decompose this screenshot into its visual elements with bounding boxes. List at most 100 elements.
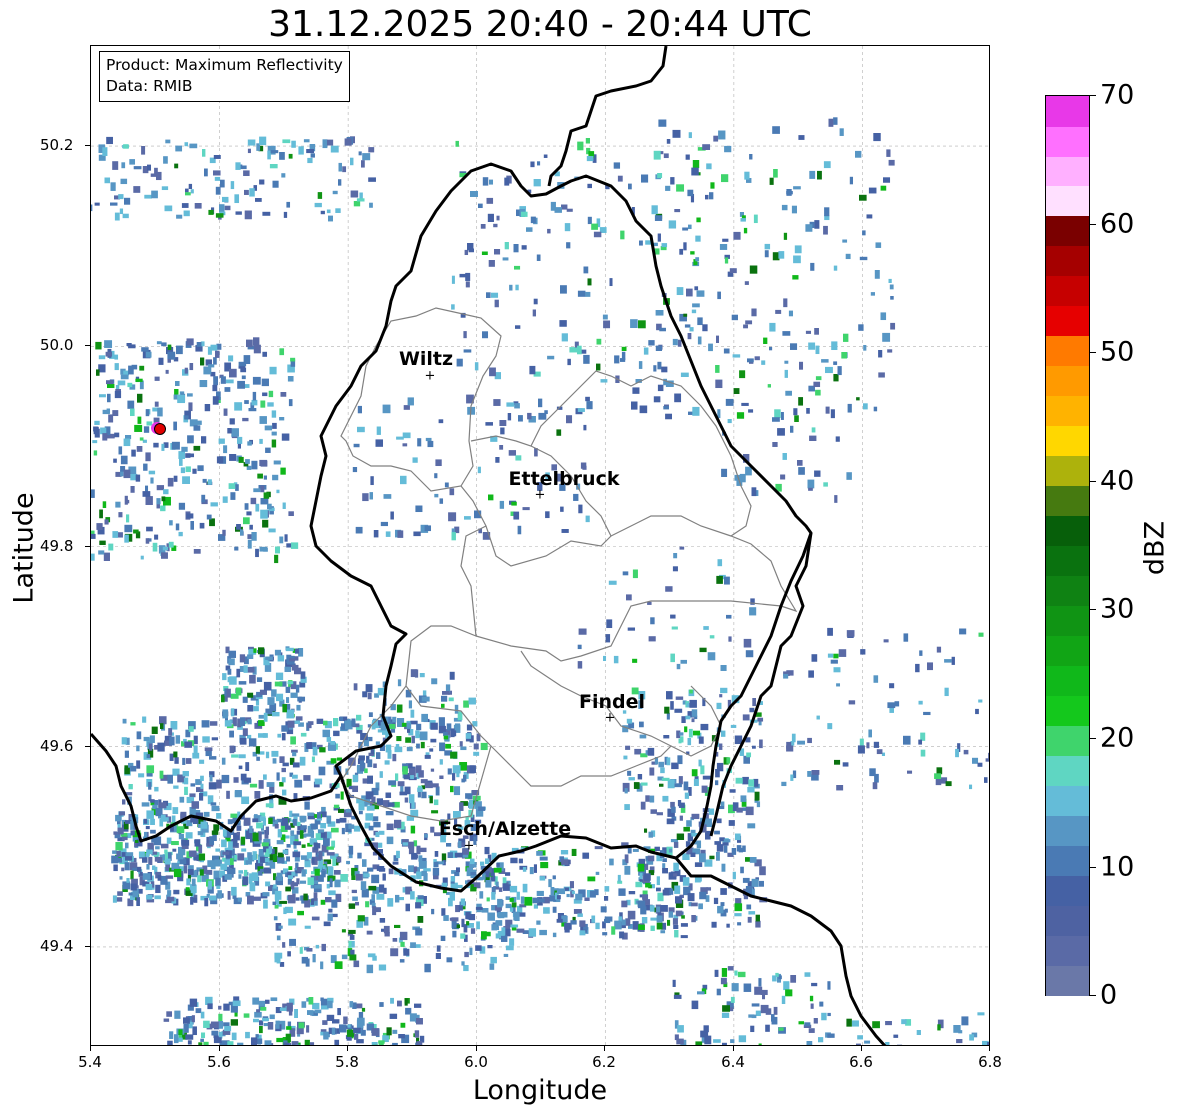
echo-pixel: [453, 811, 461, 818]
echo-pixel: [192, 468, 197, 474]
echo-pixel: [371, 1042, 378, 1045]
echo-pixel: [505, 872, 511, 876]
echo-pixel: [251, 532, 257, 541]
echo-pixel: [516, 891, 520, 900]
echo-pixel: [721, 968, 728, 977]
echo-pixel: [224, 387, 231, 392]
radar-echoes: [91, 117, 989, 1046]
echo-pixel: [276, 957, 281, 964]
echo-pixel: [738, 847, 744, 853]
echo-pixel: [654, 846, 660, 852]
echo-pixel: [228, 841, 233, 851]
echo-pixel: [825, 366, 833, 374]
echo-pixel: [369, 202, 373, 208]
echo-pixel: [154, 376, 160, 381]
echo-pixel: [721, 174, 729, 183]
echo-pixel: [429, 748, 434, 752]
echo-pixel: [288, 918, 297, 926]
echo-pixel: [272, 712, 280, 717]
echo-pixel: [683, 313, 688, 317]
echo-pixel: [121, 737, 127, 745]
echo-pixel: [706, 163, 712, 170]
echo-pixel: [117, 380, 126, 386]
echo-pixel: [419, 673, 425, 678]
echo-pixel: [281, 767, 286, 773]
echo-pixel: [172, 848, 177, 852]
echo-pixel: [661, 366, 668, 373]
echo-pixel: [286, 856, 291, 862]
echo-pixel: [188, 726, 194, 732]
echo-pixel: [893, 1034, 899, 1038]
echo-pixel: [697, 991, 705, 995]
echo-pixel: [211, 830, 219, 835]
echo-pixel: [623, 755, 628, 760]
echo-pixel: [165, 139, 171, 144]
echo-pixel: [259, 416, 267, 424]
echo-pixel: [226, 688, 231, 698]
echo-pixel: [833, 361, 838, 365]
echo-pixel: [297, 696, 306, 702]
echo-pixel: [460, 898, 465, 907]
echo-pixel: [228, 658, 235, 666]
echo-pixel: [115, 842, 123, 851]
echo-pixel: [435, 953, 441, 959]
echo-pixel: [441, 695, 448, 702]
echo-pixel: [246, 1045, 253, 1046]
echo-pixel: [920, 749, 926, 757]
map-plot-area[interactable]: [90, 45, 990, 1046]
echo-pixel: [387, 898, 394, 907]
echo-pixel: [773, 169, 778, 178]
echo-pixel: [141, 146, 146, 155]
echo-pixel: [436, 945, 441, 952]
echo-pixel: [749, 265, 758, 274]
echo-pixel: [518, 858, 523, 864]
echo-pixel: [469, 947, 473, 956]
echo-pixel: [301, 956, 308, 964]
echo-pixel: [833, 374, 839, 382]
echo-pixel: [742, 776, 749, 785]
echo-pixel: [261, 842, 269, 847]
echo-pixel: [349, 934, 355, 940]
echo-pixel: [649, 767, 655, 776]
echo-pixel: [330, 145, 339, 153]
echo-pixel: [193, 445, 201, 451]
echo-pixel: [501, 935, 508, 942]
echo-pixel: [716, 988, 721, 996]
echo-pixel: [290, 357, 296, 362]
echo-pixel: [907, 770, 913, 774]
echo-pixel: [680, 736, 684, 743]
echo-pixel: [135, 840, 139, 844]
echo-pixel: [253, 344, 261, 354]
echo-pixel: [834, 759, 841, 765]
echo-pixel: [185, 832, 193, 839]
echo-pixel: [782, 453, 787, 460]
echo-pixel: [678, 776, 683, 785]
echo-pixel: [827, 1012, 831, 1017]
echo-pixel: [211, 805, 220, 812]
echo-pixel: [545, 511, 550, 519]
echo-pixel: [206, 514, 212, 520]
echo-pixel: [493, 867, 502, 873]
echo-pixel: [272, 854, 278, 863]
echo-pixel: [859, 738, 864, 746]
echo-pixel: [975, 708, 979, 715]
echo-pixel: [137, 866, 142, 872]
echo-pixel: [161, 552, 168, 559]
echo-pixel: [486, 897, 490, 902]
echo-pixel: [750, 1025, 755, 1033]
echo-pixel: [234, 194, 240, 204]
echo-pixel: [674, 885, 681, 894]
echo-pixel: [668, 911, 674, 918]
echo-pixel: [815, 389, 821, 396]
echo-pixel: [118, 446, 123, 455]
echo-pixel: [312, 954, 316, 963]
echo-pixel: [361, 160, 365, 168]
echo-pixel: [150, 799, 155, 803]
echo-pixel: [291, 813, 300, 817]
echo-pixel: [298, 146, 304, 155]
echo-pixel: [141, 802, 150, 807]
echo-pixel: [499, 500, 505, 509]
echo-pixel: [585, 515, 590, 523]
echo-pixel: [749, 707, 755, 713]
echo-pixel: [183, 1017, 190, 1024]
